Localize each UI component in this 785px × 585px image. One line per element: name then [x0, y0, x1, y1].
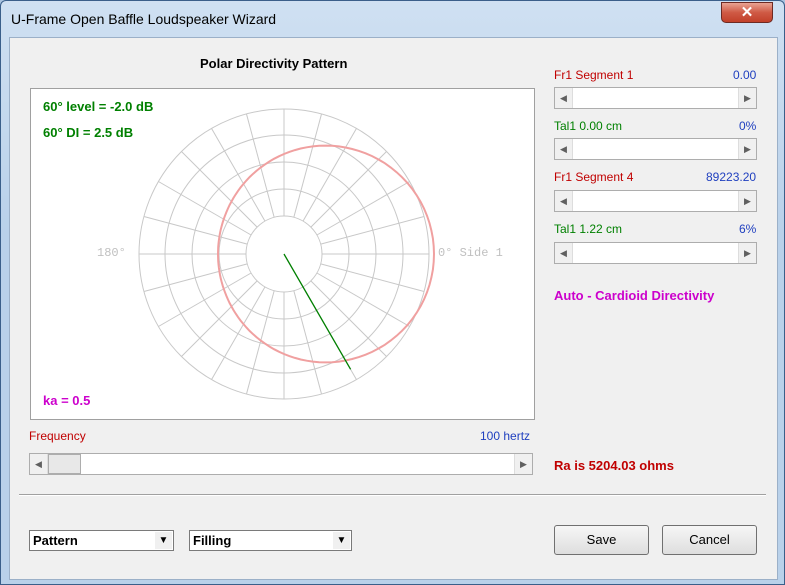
polar-grid-spoke — [143, 215, 248, 245]
close-button[interactable]: ✕ — [721, 2, 773, 23]
ka-text: ka = 0.5 — [43, 393, 91, 408]
angle-0-label: 0° Side 1 — [438, 246, 503, 260]
arrow-right-icon[interactable]: ▶ — [738, 191, 756, 211]
pattern-combo-value: Pattern — [33, 533, 78, 548]
arrow-right-icon[interactable]: ▶ — [514, 454, 532, 474]
arrow-right-icon[interactable]: ▶ — [738, 139, 756, 159]
polar-grid-spoke — [293, 290, 323, 395]
control-3-slider[interactable]: ◀ ▶ — [554, 190, 757, 212]
dialog-client: Polar Directivity Pattern 60° level = -2… — [9, 37, 778, 580]
control-1-slider[interactable]: ◀ ▶ — [554, 87, 757, 109]
polar-grid-spoke — [181, 151, 258, 228]
polar-plot: 60° level = -2.0 dB 60° DI = 2.5 dB ka =… — [30, 88, 535, 420]
arrow-right-icon[interactable]: ▶ — [738, 88, 756, 108]
di-60-text: 60° DI = 2.5 dB — [43, 125, 134, 140]
level-60-text: 60° level = -2.0 dB — [43, 99, 154, 114]
ra-ohms-text: Ra is 5204.03 ohms — [554, 458, 674, 473]
polar-grid-spoke — [143, 263, 248, 293]
frequency-value: 100 hertz — [480, 429, 531, 443]
slider-thumb[interactable] — [48, 454, 81, 474]
control-4-slider[interactable]: ◀ ▶ — [554, 242, 757, 264]
polar-grid-spoke — [310, 151, 387, 228]
filling-combo[interactable]: Filling ▼ — [189, 530, 352, 551]
cancel-button[interactable]: Cancel — [662, 525, 757, 555]
polar-grid-spoke — [245, 113, 275, 218]
arrow-left-icon[interactable]: ◀ — [555, 191, 573, 211]
title-bar[interactable]: U-Frame Open Baffle Loudspeaker Wizard ✕ — [1, 1, 784, 37]
pattern-combo[interactable]: Pattern ▼ — [29, 530, 174, 551]
control-2-slider[interactable]: ◀ ▶ — [554, 138, 757, 160]
angle-180-label: 180° — [97, 246, 126, 260]
arrow-left-icon[interactable]: ◀ — [555, 243, 573, 263]
polar-grid-spoke — [181, 280, 258, 357]
control-2-value: 0% — [739, 119, 757, 133]
polar-grid-spoke — [320, 215, 425, 245]
chevron-down-icon[interactable]: ▼ — [155, 532, 172, 549]
save-button[interactable]: Save — [554, 525, 649, 555]
plot-title: Polar Directivity Pattern — [200, 56, 348, 71]
directivity-mode-text: Auto - Cardioid Directivity — [554, 288, 715, 303]
control-4-label: Tal1 1.22 cm — [554, 222, 623, 236]
chevron-down-icon[interactable]: ▼ — [333, 532, 350, 549]
control-3-value: 89223.20 — [706, 170, 757, 184]
control-2-label: Tal1 0.00 cm — [554, 119, 623, 133]
frequency-slider[interactable]: ◀ ▶ — [29, 453, 533, 475]
arrow-right-icon[interactable]: ▶ — [738, 243, 756, 263]
control-3-label: Fr1 Segment 4 — [554, 170, 634, 184]
divider — [19, 494, 766, 496]
window-title: U-Frame Open Baffle Loudspeaker Wizard — [11, 11, 277, 27]
polar-grid-spoke — [320, 263, 425, 293]
filling-combo-value: Filling — [193, 533, 232, 548]
arrow-left-icon[interactable]: ◀ — [30, 454, 48, 474]
dialog-window: U-Frame Open Baffle Loudspeaker Wizard ✕… — [0, 0, 785, 585]
control-1-value: 0.00 — [733, 68, 757, 82]
polar-grid-spoke — [245, 290, 275, 395]
control-1-label: Fr1 Segment 1 — [554, 68, 634, 82]
polar-grid-spoke — [310, 280, 387, 357]
arrow-left-icon[interactable]: ◀ — [555, 139, 573, 159]
arrow-left-icon[interactable]: ◀ — [555, 88, 573, 108]
control-4-value: 6% — [739, 222, 757, 236]
frequency-label: Frequency — [29, 429, 86, 443]
polar-grid-spoke — [293, 113, 323, 218]
